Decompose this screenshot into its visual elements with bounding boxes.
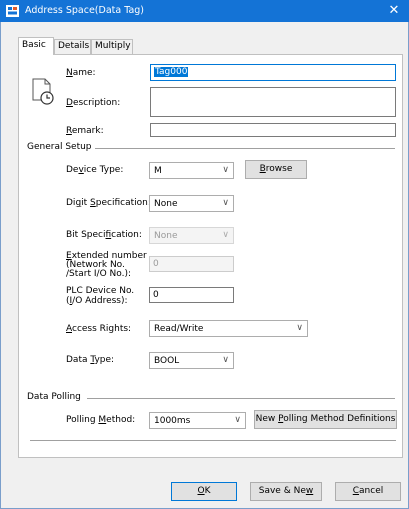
plc-device-no-label: PLC Device No. (I/O Address): [66, 286, 135, 306]
device-type-select[interactable]: M ∨ [149, 162, 234, 179]
browse-button[interactable]: Browse [245, 160, 307, 179]
remark-input[interactable] [150, 123, 396, 137]
polling-method-select[interactable]: 1000ms ∨ [149, 412, 246, 429]
close-button[interactable]: ✕ [379, 0, 409, 22]
device-type-label: Device Type: [66, 165, 124, 175]
data-type-select[interactable]: BOOL ∨ [149, 352, 234, 369]
new-polling-method-button[interactable]: New Polling Method Definitions [254, 410, 397, 429]
remark-label: Remark: [66, 126, 104, 136]
save-and-new-button[interactable]: Save & New [250, 482, 322, 501]
polling-method-label: Polling Method: [66, 415, 136, 425]
name-label: Name: [66, 68, 96, 78]
access-rights-select[interactable]: Read/Write ∨ [149, 320, 308, 337]
chevron-down-icon: ∨ [222, 355, 229, 365]
name-value: Tag000 [154, 67, 189, 77]
cancel-button[interactable]: Cancel [335, 482, 401, 501]
data-polling-divider [87, 398, 395, 399]
description-input[interactable] [150, 87, 396, 117]
plc-device-no-input[interactable]: 0 [149, 287, 234, 303]
app-icon [6, 5, 19, 17]
tab-basic[interactable]: Basic [18, 37, 54, 55]
tab-details[interactable]: Details [54, 39, 91, 54]
digit-spec-label: Digit Specification: [66, 198, 151, 208]
bit-spec-label: Bit Specification: [66, 230, 142, 240]
bottom-divider [30, 440, 396, 441]
description-label: Description: [66, 98, 121, 108]
tab-multiply[interactable]: Multiply [91, 39, 133, 54]
digit-spec-select[interactable]: None ∨ [149, 195, 234, 212]
chevron-down-icon: ∨ [222, 165, 229, 175]
general-setup-title: General Setup [27, 142, 92, 152]
access-rights-label: Access Rights: [66, 324, 132, 334]
window-title: Address Space(Data Tag) [25, 5, 145, 16]
chevron-down-icon: ∨ [222, 198, 229, 208]
general-setup-divider [95, 148, 395, 149]
ok-button[interactable]: OK [171, 482, 237, 501]
title-bar: Address Space(Data Tag) ✕ [0, 0, 409, 22]
extended-number-input: 0 [149, 256, 234, 272]
chevron-down-icon: ∨ [234, 415, 241, 425]
name-input[interactable]: Tag000 [150, 64, 396, 81]
chevron-down-icon: ∨ [222, 230, 229, 240]
chevron-down-icon: ∨ [296, 323, 303, 333]
tag-clock-icon [32, 78, 54, 105]
data-type-label: Data Type: [66, 355, 115, 365]
extended-number-label: Extended number (Network No. /Start I/O … [66, 251, 147, 279]
data-polling-title: Data Polling [27, 392, 81, 402]
bit-spec-select: None ∨ [149, 227, 234, 244]
close-icon: ✕ [388, 3, 400, 18]
